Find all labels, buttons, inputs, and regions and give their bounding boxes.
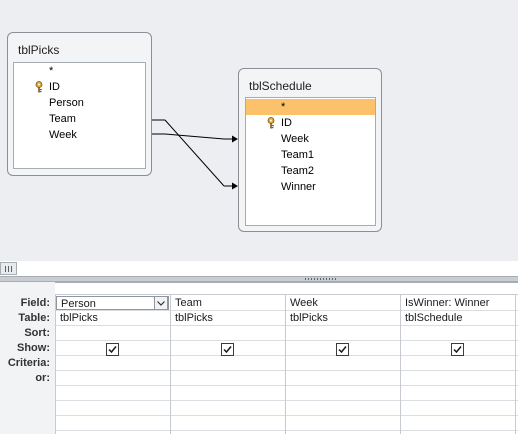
grid-table-cell-4[interactable]: tblSchedule (401, 311, 515, 325)
show-checkbox-3[interactable] (336, 343, 349, 356)
grid-table-cell-2[interactable]: tblPicks (171, 311, 284, 325)
grip-icon[interactable] (0, 262, 17, 275)
show-checkbox-4[interactable] (451, 343, 464, 356)
row-label-field: Field: (20, 297, 50, 309)
row-label-sort: Sort: (24, 327, 50, 339)
checkmark-icon (338, 346, 347, 354)
field-team1[interactable]: Team1 (246, 147, 375, 163)
field-week[interactable]: Week (246, 131, 375, 147)
checkmark-icon (108, 346, 117, 354)
field-label: ID (49, 81, 60, 93)
query-design-grid: Field: Table: Sort: Show: Criteria: or: … (0, 282, 518, 434)
row-label-criteria: Criteria: (7, 357, 50, 369)
field-team[interactable]: Team (14, 111, 145, 127)
grid-field-cell-3[interactable]: Week (286, 296, 399, 310)
splitter-grip-icon[interactable] (305, 278, 337, 280)
grid-field-cell-2[interactable]: Team (171, 296, 284, 310)
field-team2[interactable]: Team2 (246, 163, 375, 179)
field-all[interactable]: * (246, 99, 375, 115)
field-list-tblpicks[interactable]: tblPicks * ID Person Team Week (7, 32, 152, 176)
checkmark-icon (453, 346, 462, 354)
show-checkbox-2[interactable] (221, 343, 234, 356)
row-label-or: or: (35, 372, 50, 384)
checkmark-icon (223, 346, 232, 354)
chevron-down-icon (157, 300, 165, 306)
grid-table-cell-1[interactable]: tblPicks (56, 311, 169, 325)
field-list[interactable]: * ID Person Team Week (13, 62, 146, 169)
field-list[interactable]: * ID Week Team1 Team2 Winner (245, 97, 376, 226)
primary-key-icon (267, 117, 275, 129)
grid-field-cell-4[interactable]: IsWinner: Winner (401, 296, 515, 310)
table-title[interactable]: tblSchedule (249, 79, 312, 93)
field-label: ID (281, 117, 292, 129)
row-label-show: Show: (17, 342, 50, 354)
primary-key-icon (35, 81, 43, 93)
field-all[interactable]: * (14, 63, 145, 79)
field-winner[interactable]: Winner (246, 179, 375, 195)
show-checkbox-1[interactable] (106, 343, 119, 356)
field-id[interactable]: ID (14, 79, 145, 95)
table-title[interactable]: tblPicks (18, 43, 59, 57)
field-week[interactable]: Week (14, 127, 145, 143)
field-list-tblschedule[interactable]: tblSchedule * ID Week Team1 Team2 Winner (238, 68, 382, 232)
field-person[interactable]: Person (14, 95, 145, 111)
field-id[interactable]: ID (246, 115, 375, 131)
grid-field-cell-1[interactable]: Person (56, 296, 169, 310)
grid-table-cell-3[interactable]: tblPicks (286, 311, 399, 325)
row-label-table: Table: (18, 312, 50, 324)
field-dropdown-button[interactable] (154, 296, 168, 310)
